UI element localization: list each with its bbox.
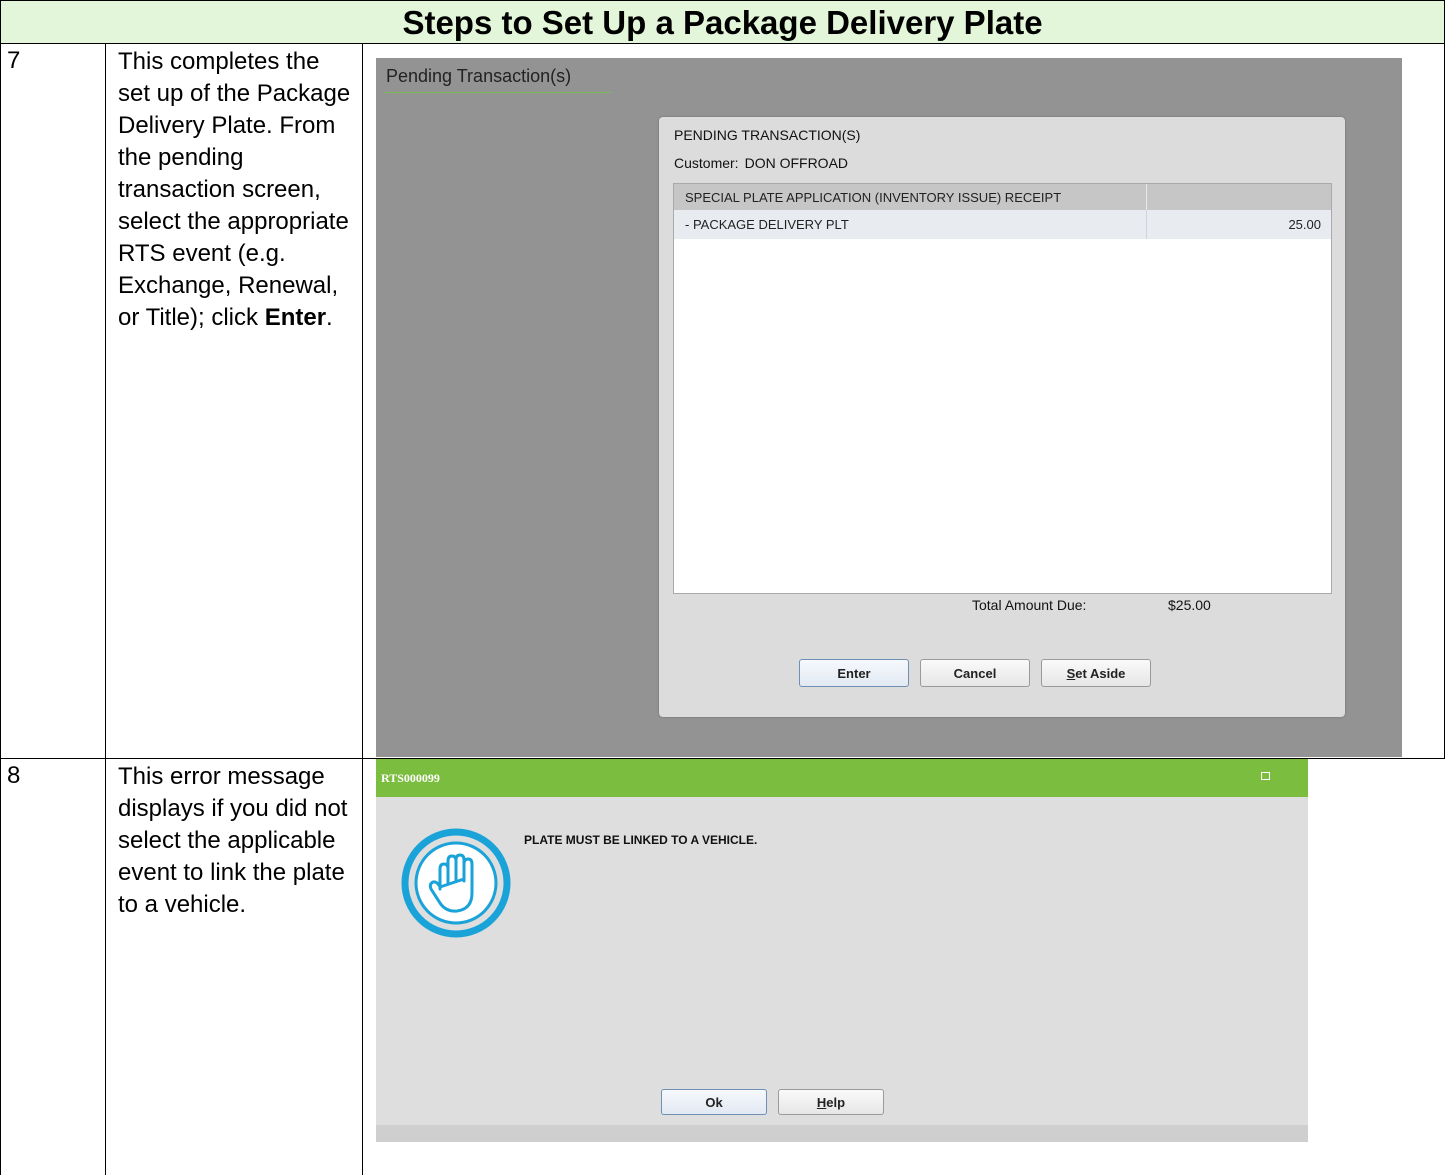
transactions-list[interactable]: SPECIAL PLATE APPLICATION (INVENTORY ISS… bbox=[673, 183, 1332, 594]
column-divider bbox=[1146, 184, 1147, 210]
item-amount: 25.00 bbox=[1288, 217, 1321, 232]
step-instruction-end: . bbox=[326, 304, 333, 331]
status-strip bbox=[376, 1125, 1308, 1142]
list-header-label: SPECIAL PLATE APPLICATION (INVENTORY ISS… bbox=[685, 190, 1062, 205]
step-number: 7 bbox=[7, 47, 21, 74]
help-label: elp bbox=[826, 1095, 846, 1110]
title-underline bbox=[385, 92, 611, 93]
step-instruction-bold: Enter bbox=[264, 304, 327, 331]
customer-label: Customer: bbox=[674, 155, 739, 171]
ok-button[interactable]: Ok bbox=[661, 1089, 767, 1115]
pending-transactions-dialog: PENDING TRANSACTION(S) Customer: DON OFFR… bbox=[659, 117, 1345, 717]
page-title: Pending Transaction(s) bbox=[386, 66, 572, 86]
step-instruction: This completes the set up of the Package… bbox=[118, 46, 358, 334]
set-aside-accesskey: S bbox=[1066, 666, 1076, 681]
document-title: Steps to Set Up a Package Delivery Plate bbox=[0, 0, 1445, 44]
table-col-divider-1 bbox=[105, 43, 106, 1175]
error-dialog-screenshot: RTS000099 PLATE MUST BE LINKED TO A VEHI… bbox=[376, 759, 1308, 1142]
list-header: SPECIAL PLATE APPLICATION (INVENTORY ISS… bbox=[674, 184, 1331, 210]
table-col-divider-2 bbox=[362, 43, 363, 1175]
customer-info: Customer: DON OFFROAD bbox=[674, 155, 848, 171]
column-divider bbox=[1146, 210, 1147, 239]
customer-name: DON OFFROAD bbox=[744, 155, 849, 171]
set-aside-label: et Aside bbox=[1075, 666, 1126, 681]
error-message: PLATE MUST BE LINKED TO A VEHICLE. bbox=[524, 833, 758, 847]
table-border-left bbox=[0, 43, 1, 1175]
hand-stop-icon bbox=[401, 828, 511, 938]
set-aside-button[interactable]: Set Aside bbox=[1041, 659, 1151, 687]
error-code: RTS000099 bbox=[381, 771, 440, 785]
step-number: 8 bbox=[7, 762, 21, 789]
step-instruction: This error message displays if you did n… bbox=[118, 763, 348, 918]
list-item[interactable]: - PACKAGE DELIVERY PLT 25.00 bbox=[674, 210, 1331, 239]
cancel-button[interactable]: Cancel bbox=[920, 659, 1030, 687]
pending-transactions-screenshot: Pending Transaction(s) PENDING TRANSACTI… bbox=[376, 58, 1402, 757]
total-amount-label: Total Amount Due: bbox=[972, 597, 1087, 613]
help-accesskey: H bbox=[816, 1095, 827, 1110]
maximize-icon[interactable] bbox=[1261, 772, 1270, 780]
error-title-bar: RTS000099 bbox=[376, 759, 1308, 797]
total-amount-value: $25.00 bbox=[1168, 597, 1211, 613]
dialog-heading: PENDING TRANSACTION(S) bbox=[674, 127, 861, 143]
enter-button[interactable]: Enter bbox=[799, 659, 909, 687]
item-description: - PACKAGE DELIVERY PLT bbox=[685, 217, 849, 232]
help-button[interactable]: Help bbox=[778, 1089, 884, 1115]
step-instruction-text: This completes the set up of the Package… bbox=[118, 48, 351, 331]
